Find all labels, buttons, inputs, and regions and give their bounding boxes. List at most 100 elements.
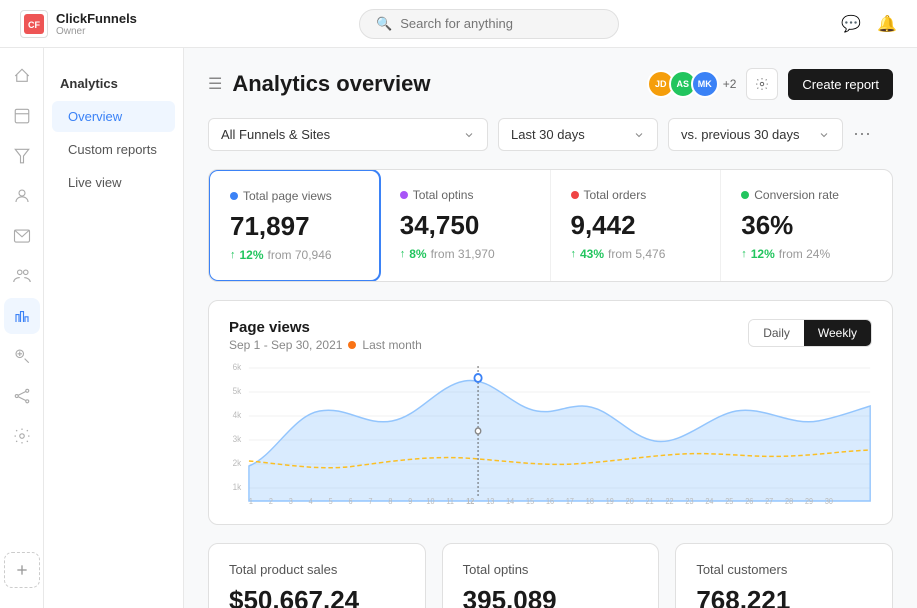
nav-funnels[interactable] [4, 138, 40, 174]
svg-text:4k: 4k [233, 410, 242, 420]
stat-label-1: Total optins [400, 188, 530, 202]
funnel-filter[interactable]: All Funnels & Sites [208, 118, 488, 151]
page-views-chart: 6k 5k 4k 3k 2k 1k [229, 356, 872, 506]
card-title-2: Total customers [696, 562, 872, 577]
svg-text:1k: 1k [233, 482, 242, 492]
nav-affiliates[interactable] [4, 378, 40, 414]
stat-conversion: Conversion rate 36% ↑ 12% from 24% [721, 170, 892, 281]
stat-label-3: Conversion rate [741, 188, 872, 202]
svg-text:12: 12 [466, 497, 474, 506]
content-header: ☰ Analytics overview JD AS MK +2 Create … [208, 68, 893, 100]
card-product-sales: Total product sales $50,667.24 ↑ 12% fro… [208, 543, 426, 608]
card-total-optins: Total optins 395,089 ↑ 28% from 284,465 [442, 543, 660, 608]
comparison-filter[interactable]: vs. previous 30 days [668, 118, 843, 151]
svg-text:23: 23 [685, 497, 693, 506]
nav-pages[interactable] [4, 98, 40, 134]
nav-group2[interactable] [4, 258, 40, 294]
stat-change-2: ↑ 43% from 5,476 [571, 247, 701, 261]
sidebar-title: Analytics [44, 60, 183, 99]
search-input[interactable] [400, 16, 600, 31]
nav-settings[interactable] [4, 418, 40, 454]
svg-text:18: 18 [586, 497, 594, 506]
svg-text:2k: 2k [233, 458, 242, 468]
header-right: JD AS MK +2 Create report [647, 68, 893, 100]
toggle-weekly-button[interactable]: Weekly [804, 320, 871, 346]
card-value-2: 768,221 [696, 585, 872, 608]
stat-pct-0: 12% [240, 248, 264, 262]
stat-arrow-0: ↑ [230, 249, 236, 261]
create-report-button[interactable]: Create report [788, 69, 893, 100]
stat-value-1: 34,750 [400, 210, 530, 241]
svg-text:22: 22 [666, 497, 674, 506]
chart-section: Page views Sep 1 - Sep 30, 2021 Last mon… [208, 300, 893, 525]
nav-sales[interactable] [4, 338, 40, 374]
brand-area: CF ClickFunnels Owner [20, 10, 137, 38]
sidebar-panel: Analytics Overview Custom reports Live v… [44, 48, 184, 608]
svg-text:14: 14 [506, 497, 515, 506]
stat-change-3: ↑ 12% from 24% [741, 247, 872, 261]
filter-more[interactable]: ⋯ [853, 124, 871, 145]
brand-name: ClickFunnels [56, 11, 137, 26]
nav-add[interactable] [4, 552, 40, 588]
sidebar-item-live-view[interactable]: Live view [52, 167, 175, 198]
stat-dot-2 [571, 191, 579, 199]
stat-change-0: ↑ 12% from 70,946 [230, 248, 359, 262]
svg-text:6: 6 [349, 497, 353, 506]
svg-text:8: 8 [388, 497, 392, 506]
chart-date-range: Sep 1 - Sep 30, 2021 [229, 338, 342, 352]
stat-pct-3: 12% [751, 247, 775, 261]
stat-page-views: Total page views 71,897 ↑ 12% from 70,94… [208, 169, 381, 282]
bottom-cards: Total product sales $50,667.24 ↑ 12% fro… [208, 543, 893, 608]
stat-orders: Total orders 9,442 ↑ 43% from 5,476 [551, 170, 722, 281]
svg-text:7: 7 [368, 497, 372, 506]
card-value-1: 395,089 [463, 585, 639, 608]
settings-button[interactable] [746, 68, 778, 100]
toggle-daily-button[interactable]: Daily [749, 320, 804, 346]
last-month-dot [348, 341, 356, 349]
svg-text:21: 21 [646, 497, 654, 506]
stat-change-1: ↑ 8% from 31,970 [400, 247, 530, 261]
icon-rail [0, 48, 44, 608]
nav-email[interactable] [4, 218, 40, 254]
nav-contacts[interactable] [4, 178, 40, 214]
brand-text: ClickFunnels Owner [56, 11, 137, 37]
stat-from-3: from 24% [779, 247, 830, 261]
avatar-3: MK [691, 70, 719, 98]
svg-text:25: 25 [725, 497, 733, 506]
svg-text:16: 16 [546, 497, 554, 506]
svg-text:2: 2 [269, 497, 273, 506]
svg-text:19: 19 [606, 497, 614, 506]
svg-text:29: 29 [805, 497, 813, 506]
nav-home[interactable] [4, 58, 40, 94]
stat-value-0: 71,897 [230, 211, 359, 242]
svg-text:10: 10 [426, 497, 434, 506]
page-title: Analytics overview [232, 71, 430, 97]
menu-icon[interactable]: ☰ [208, 74, 222, 94]
chart-area: 6k 5k 4k 3k 2k 1k [229, 356, 872, 506]
notifications-icon[interactable]: 🔔 [877, 14, 897, 34]
stat-label-0: Total page views [230, 189, 359, 203]
stats-grid: Total page views 71,897 ↑ 12% from 70,94… [208, 169, 893, 282]
topbar: CF ClickFunnels Owner 🔍 💬 🔔 [0, 0, 917, 48]
stat-from-1: from 31,970 [431, 247, 495, 261]
svg-text:24: 24 [705, 497, 714, 506]
period-filter[interactable]: Last 30 days [498, 118, 658, 151]
messages-icon[interactable]: 💬 [841, 14, 861, 34]
stat-value-2: 9,442 [571, 210, 701, 241]
search-bar[interactable]: 🔍 [359, 9, 619, 39]
stat-arrow-3: ↑ [741, 248, 747, 260]
stat-value-3: 36% [741, 210, 872, 241]
comparison-filter-label: vs. previous 30 days [681, 127, 800, 142]
stat-dot-0 [230, 192, 238, 200]
nav-analytics[interactable] [4, 298, 40, 334]
svg-text:11: 11 [446, 497, 454, 506]
filter-bar: All Funnels & Sites Last 30 days vs. pre… [208, 118, 893, 151]
sidebar-item-custom-reports[interactable]: Custom reports [52, 134, 175, 165]
card-title-0: Total product sales [229, 562, 405, 577]
sidebar-item-overview[interactable]: Overview [52, 101, 175, 132]
svg-text:27: 27 [765, 497, 773, 506]
stat-arrow-2: ↑ [571, 248, 577, 260]
stat-from-0: from 70,946 [268, 248, 332, 262]
svg-text:3k: 3k [233, 434, 242, 444]
stat-dot-3 [741, 191, 749, 199]
